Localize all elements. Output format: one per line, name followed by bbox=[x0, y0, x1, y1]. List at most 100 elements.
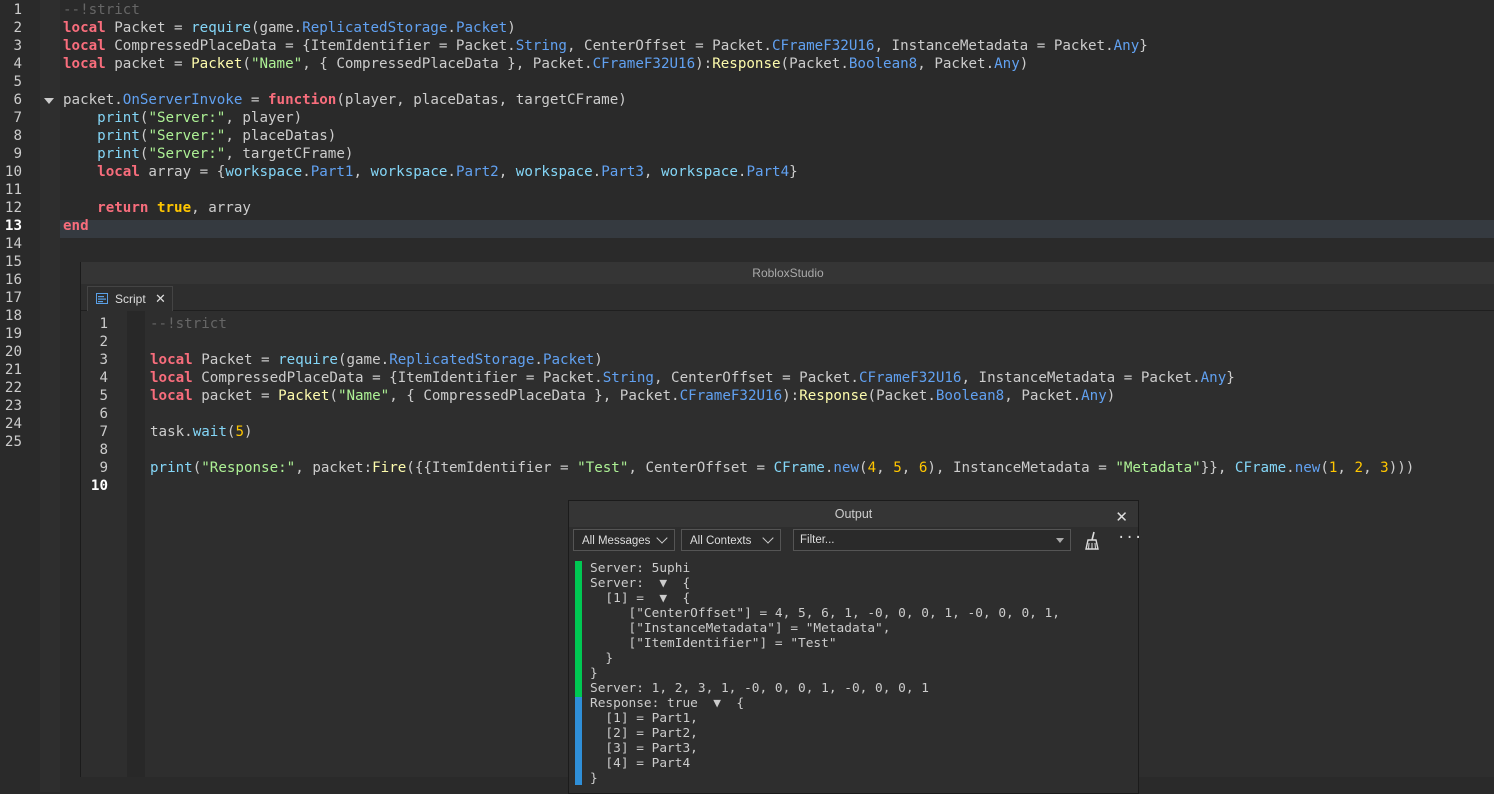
code-token: local bbox=[63, 20, 106, 36]
output-panel: Output ✕ All Messages All Contexts Filte… bbox=[568, 500, 1142, 794]
code-token: . bbox=[447, 164, 456, 180]
code-token: Part3 bbox=[601, 164, 644, 180]
line-number: 22 bbox=[4, 380, 22, 396]
tab-strip: Script ✕ bbox=[81, 284, 1494, 311]
output-line: } bbox=[590, 771, 598, 786]
messages-filter-dropdown[interactable]: All Messages bbox=[573, 529, 675, 551]
code-token: CompressedPlaceData = {ItemIdentifier = … bbox=[192, 370, 603, 386]
contexts-filter-value: All Contexts bbox=[690, 535, 752, 547]
output-line: ["ItemIdentifier"] = "Test" bbox=[590, 636, 837, 651]
line-number: 6 bbox=[13, 92, 22, 108]
fold-arrow-icon[interactable] bbox=[44, 98, 54, 104]
code-token: , bbox=[1337, 460, 1355, 476]
code-line: local array = {workspace.Part1, workspac… bbox=[63, 164, 798, 180]
more-options-icon[interactable]: ··· bbox=[1117, 530, 1142, 546]
code-token: Any bbox=[994, 56, 1020, 72]
code-token: workspace bbox=[661, 164, 738, 180]
code-token: "Server:" bbox=[148, 110, 226, 126]
code-token: ) bbox=[1106, 388, 1116, 404]
line-number: 14 bbox=[4, 236, 22, 252]
code-token: Any bbox=[1113, 38, 1140, 54]
output-line: } bbox=[590, 666, 598, 681]
code-token: packet = bbox=[192, 388, 279, 404]
line-number: 4 bbox=[13, 56, 22, 72]
code-token: print bbox=[150, 460, 193, 476]
output-line: [1] = Part1, bbox=[590, 711, 698, 726]
code-token: , targetCFrame) bbox=[225, 146, 354, 162]
line-number: 1 bbox=[13, 2, 22, 18]
contexts-filter-dropdown[interactable]: All Contexts bbox=[681, 529, 781, 551]
code-line: packet.OnServerInvoke = function(player,… bbox=[63, 92, 627, 108]
filter-input[interactable]: Filter... bbox=[793, 529, 1071, 551]
code-token: workspace bbox=[515, 164, 593, 180]
code-token: ( bbox=[242, 56, 251, 72]
code-token: 2 bbox=[1354, 460, 1364, 476]
code-token: . bbox=[592, 164, 602, 180]
code-token: ), InstanceMetadata = bbox=[927, 460, 1116, 476]
code-token: return bbox=[97, 200, 149, 216]
line-number: 3 bbox=[99, 352, 108, 368]
code-token: "Server:" bbox=[148, 128, 226, 144]
line-number: 4 bbox=[99, 370, 108, 386]
code-token: , { CompressedPlaceData }, Packet. bbox=[302, 56, 593, 72]
output-line: ["InstanceMetadata"] = "Metadata", bbox=[590, 621, 891, 636]
tab-close-icon[interactable]: ✕ bbox=[155, 291, 166, 307]
code-line: local CompressedPlaceData = {ItemIdentif… bbox=[150, 370, 1235, 386]
output-line: Response: true ▼ { bbox=[590, 696, 745, 711]
line-number: 18 bbox=[4, 308, 22, 324]
line-number: 13 bbox=[4, 218, 22, 234]
code-token: ): bbox=[782, 388, 800, 404]
code-line: return true, array bbox=[63, 200, 251, 216]
code-token: CFrameF32U16 bbox=[592, 56, 696, 72]
code-line: print("Server:", placeDatas) bbox=[63, 128, 336, 144]
line-number: 7 bbox=[13, 110, 22, 126]
code-token: Part2 bbox=[455, 164, 499, 180]
code-token: Fire bbox=[372, 460, 407, 476]
code-token: CFrameF32U16 bbox=[858, 370, 962, 386]
code-token: "Response:" bbox=[201, 460, 296, 476]
output-line: [2] = Part2, bbox=[590, 726, 698, 741]
code-token: "Name" bbox=[337, 388, 390, 404]
code-token: require bbox=[278, 352, 338, 368]
code-token: ) bbox=[1019, 56, 1029, 72]
code-token: CompressedPlaceData = {ItemIdentifier = … bbox=[105, 38, 516, 54]
code-token: ))) bbox=[1388, 460, 1415, 476]
output-line: [1] = ▼ { bbox=[590, 591, 691, 606]
code-token: local bbox=[97, 164, 140, 180]
line-number: 1 bbox=[99, 316, 108, 332]
code-token: --!strict bbox=[150, 316, 227, 332]
chevron-down-icon bbox=[762, 532, 774, 544]
code-token: ( bbox=[192, 460, 202, 476]
code-token: packet. bbox=[63, 92, 123, 108]
code-line: local packet = Packet("Name", { Compress… bbox=[63, 56, 1028, 72]
tab-script[interactable]: Script ✕ bbox=[87, 286, 173, 311]
clear-output-broom-icon[interactable] bbox=[1083, 531, 1101, 551]
code-token: ( bbox=[329, 388, 338, 404]
output-log[interactable]: Server: 5uphi Server: ▼ { [1] = ▼ { ["Cen… bbox=[569, 557, 1138, 793]
code-token: (player, placeDatas, targetCFrame) bbox=[336, 92, 627, 108]
code-token: , InstanceMetadata = Packet. bbox=[961, 370, 1201, 386]
filter-dropdown-arrow-icon[interactable] bbox=[1056, 538, 1064, 543]
code-token: (Packet. bbox=[867, 388, 936, 404]
code-token: } bbox=[1139, 38, 1148, 54]
code-token: . bbox=[447, 20, 456, 36]
code-token: ) bbox=[594, 352, 603, 368]
background-current-line-highlight bbox=[60, 220, 1494, 238]
line-number: 7 bbox=[99, 424, 108, 440]
code-token: 5 bbox=[893, 460, 902, 476]
line-number: 3 bbox=[13, 38, 22, 54]
output-title-bar: Output ✕ bbox=[569, 501, 1138, 527]
code-token: require bbox=[191, 20, 251, 36]
code-line: task.wait(5) bbox=[150, 424, 253, 440]
code-token: (Packet. bbox=[780, 56, 849, 72]
code-token: , placeDatas) bbox=[225, 128, 337, 144]
code-token: } bbox=[1226, 370, 1235, 386]
code-token: local bbox=[63, 38, 106, 54]
script-fold-gutter bbox=[127, 311, 145, 777]
code-token: , bbox=[353, 164, 371, 180]
code-token: CFrame bbox=[1234, 460, 1287, 476]
line-number: 8 bbox=[99, 442, 108, 458]
code-token: CFrameF32U16 bbox=[771, 38, 875, 54]
